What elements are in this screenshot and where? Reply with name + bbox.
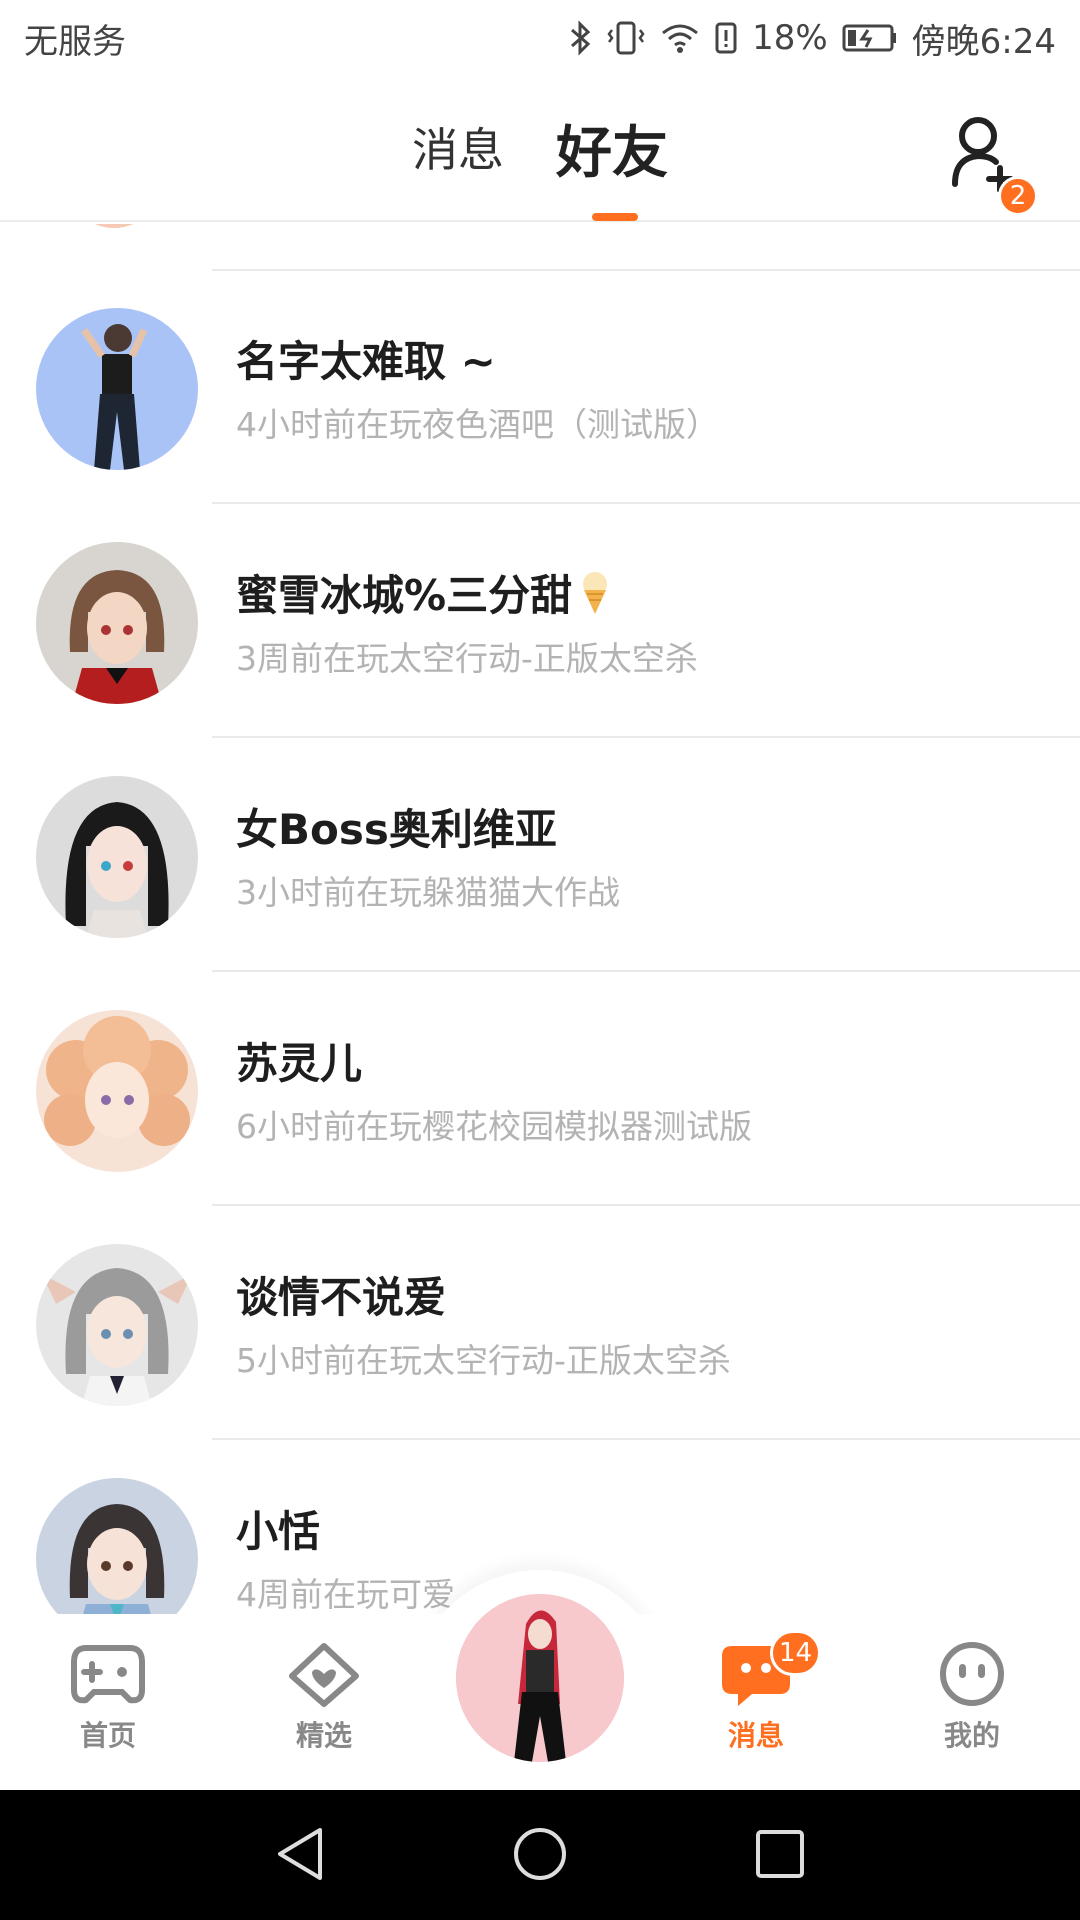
friend-name: 小恬 (236, 1507, 321, 1556)
clock: 傍晚6:24 (911, 21, 1056, 62)
friend-name-text: 蜜雪冰城%三分甜 (236, 571, 573, 620)
avatar-dancer-icon[interactable] (36, 308, 198, 470)
friend-status: 3小时前在玩躲猫猫大作战 (236, 873, 620, 912)
nav-label-profile: 我的 (943, 1719, 1000, 1752)
friend-status: 4小时前在玩夜色酒吧（测试版） (236, 405, 719, 444)
battery-charging-icon (842, 22, 898, 54)
nav-label-messages: 消息 (727, 1719, 784, 1752)
system-nav-bar (0, 1790, 1080, 1920)
active-tab-indicator (592, 213, 638, 221)
friend-status: 4周前在玩可爱 (236, 1575, 455, 1614)
tab-bar: 消息 好友 (0, 114, 1080, 195)
nav-label-home: 首页 (79, 1719, 136, 1752)
friend-item[interactable]: 女Boss奥利维亚 3小时前在玩躲猫猫大作战 (0, 738, 1080, 972)
friend-status: 3周前在玩太空行动-正版太空杀 (236, 639, 698, 678)
friend-item[interactable]: 苏灵儿 6小时前在玩樱花校园模拟器测试版 (0, 972, 1080, 1206)
friend-request-badge: 2 (998, 176, 1038, 216)
friend-status: 6小时前在玩樱花校园模拟器测试版 (236, 1107, 752, 1146)
friend-name: 苏灵儿 (236, 1039, 363, 1088)
header: 消息 好友 2 (0, 76, 1080, 222)
vibrate-icon (606, 20, 646, 56)
status-bar: 无服务 18% 傍晚6:24 (0, 0, 1080, 76)
messages-badge: 14 (770, 1630, 822, 1676)
ice-cream-icon (583, 572, 608, 614)
heart-icon (289, 1643, 359, 1707)
nav-home[interactable]: 首页 (38, 1640, 178, 1754)
gamepad-icon (71, 1645, 145, 1704)
back-icon[interactable] (268, 1822, 332, 1886)
avatar-brown-hair-girl-icon[interactable] (36, 542, 198, 704)
nav-featured[interactable]: 精选 (254, 1640, 394, 1754)
avatar-school-girl-icon[interactable] (36, 1478, 198, 1616)
friend-name: 女Boss奥利维亚 (236, 805, 557, 854)
avatar-curly-hair-girl-icon[interactable] (36, 1010, 198, 1172)
tab-friends[interactable]: 好友 (556, 108, 668, 189)
avatar (66, 224, 162, 228)
avatar-character-icon[interactable] (456, 1594, 624, 1762)
wifi-icon (660, 21, 700, 55)
friend-item[interactable]: 蜜雪冰城%三分甜 3周前在玩太空行动-正版太空杀 (0, 504, 1080, 738)
battery-alert-icon (714, 20, 738, 56)
avatar-grey-hair-girl-icon[interactable] (36, 1244, 198, 1406)
face-icon (940, 1642, 1004, 1706)
friend-name: 谈情不说爱 (236, 1273, 447, 1322)
friend-name: 名字太难取 ~ (236, 337, 496, 386)
bluetooth-icon (570, 20, 592, 56)
friend-name: 蜜雪冰城%三分甜 (236, 562, 612, 623)
nav-profile[interactable]: 我的 (902, 1640, 1042, 1754)
tab-messages[interactable]: 消息 (412, 114, 504, 195)
avatar-black-hair-girl-icon[interactable] (36, 776, 198, 938)
friend-list[interactable]: 名字太难取 ~ 4小时前在玩夜色酒吧（测试版） 蜜雪冰城%三分甜 3周前在玩太空… (0, 224, 1080, 1616)
battery-percent: 18% (752, 18, 828, 58)
recents-icon[interactable] (748, 1822, 812, 1886)
nav-label-featured: 精选 (295, 1719, 352, 1752)
friend-status: 5小时前在玩太空行动-正版太空杀 (236, 1341, 731, 1380)
status-icons: 18% 傍晚6:24 (570, 14, 1056, 63)
carrier-label: 无服务 (24, 21, 126, 62)
friend-item[interactable]: 名字太难取 ~ 4小时前在玩夜色酒吧（测试版） (0, 270, 1080, 504)
friend-item[interactable]: 谈情不说爱 5小时前在玩太空行动-正版太空杀 (0, 1206, 1080, 1440)
home-circle-icon[interactable] (508, 1822, 572, 1886)
nav-messages[interactable]: 14 消息 (686, 1630, 826, 1754)
